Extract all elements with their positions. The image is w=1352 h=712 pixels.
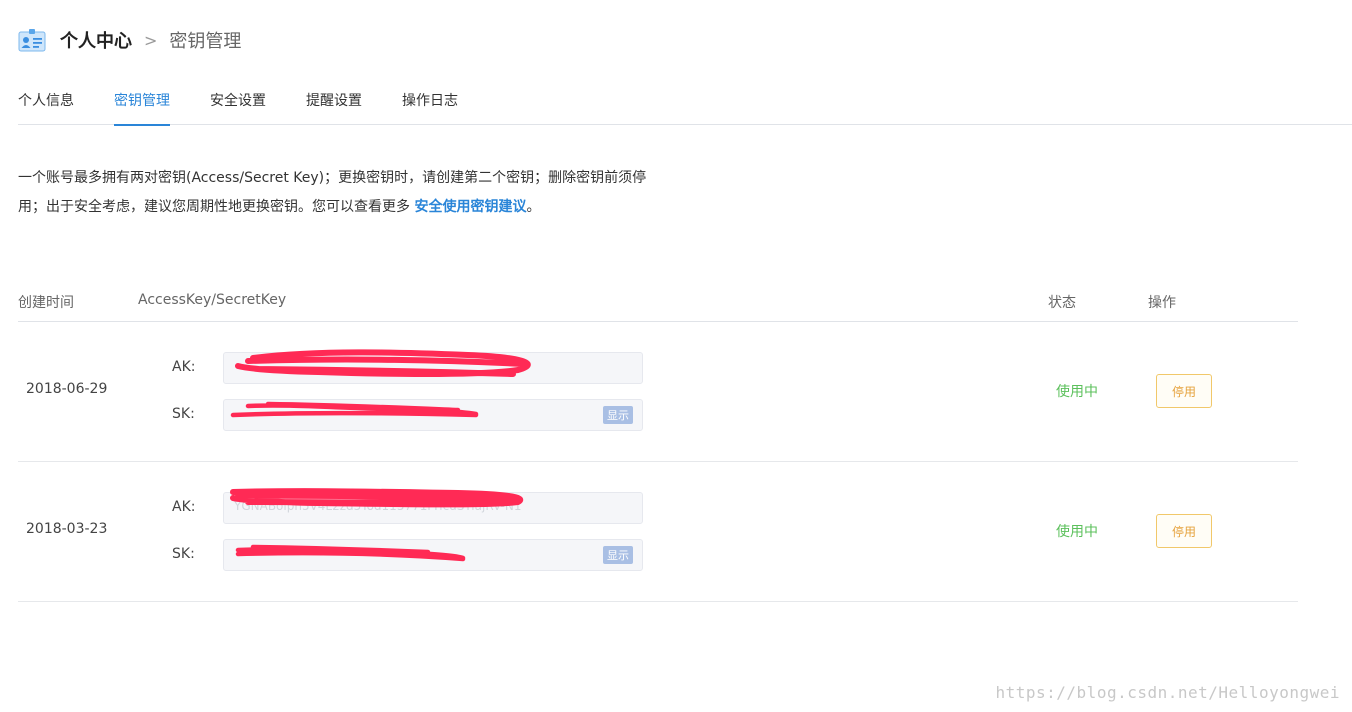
page-title: 个人中心 (60, 31, 132, 52)
redaction-scribble (230, 349, 531, 418)
breadcrumb-current: 密钥管理 (169, 31, 242, 52)
tab-key-management[interactable]: 密钥管理 (114, 90, 170, 126)
description-text: 一个账号最多拥有两对密钥(Access/Secret Key)；更换密钥时，请创… (18, 170, 647, 215)
tab-reminder-settings[interactable]: 提醒设置 (306, 90, 362, 124)
access-key-field[interactable]: YGNABoiph5V4L2zd5Tod115771rTicuSYiajRV-N… (223, 492, 643, 524)
ak-label: AK: (172, 499, 196, 515)
breadcrumb-separator: > (144, 30, 158, 50)
sk-label: SK: (172, 406, 195, 422)
tab-security-settings[interactable]: 安全设置 (210, 90, 266, 124)
created-date: 2018-03-23 (26, 521, 108, 537)
table-header: 创建时间 AccessKey/SecretKey 状态 操作 (18, 282, 1298, 322)
tab-profile[interactable]: 个人信息 (18, 90, 74, 124)
column-status: 状态 (1048, 295, 1076, 311)
watermark: https://blog.csdn.net/Helloyongwei (995, 683, 1340, 702)
table-row: 2018-06-29 AK: SK: 显示 使用中 停用 (18, 322, 1298, 462)
column-action: 操作 (1148, 295, 1176, 311)
access-key-value: YGNABoiph5V4L2zd5Tod115771rTicuSYiajRV-N… (234, 499, 522, 513)
disable-button[interactable]: 停用 (1156, 514, 1212, 548)
status-badge: 使用中 (1056, 524, 1098, 540)
table-row: 2018-03-23 AK: YGNABoiph5V4L2zd5Tod11577… (18, 462, 1298, 602)
key-policy-description: 一个账号最多拥有两对密钥(Access/Secret Key)；更换密钥时，请创… (18, 164, 648, 222)
id-card-icon (18, 29, 46, 52)
created-date: 2018-06-29 (26, 381, 108, 397)
redaction-scribble (230, 488, 523, 562)
status-badge: 使用中 (1056, 384, 1098, 400)
tab-operation-log[interactable]: 操作日志 (402, 90, 458, 124)
ak-label: AK: (172, 359, 196, 375)
description-end: 。 (526, 199, 541, 215)
page-header: 个人中心 > 密钥管理 (18, 26, 241, 54)
column-created-time: 创建时间 (18, 295, 74, 311)
secret-key-field[interactable]: 显示 (223, 539, 643, 571)
secret-key-field[interactable]: 显示 (223, 399, 643, 431)
tab-bar: 个人信息 密钥管理 安全设置 提醒设置 操作日志 (18, 80, 1352, 126)
disable-button[interactable]: 停用 (1156, 374, 1212, 408)
show-secret-button[interactable]: 显示 (603, 406, 633, 424)
security-advice-link[interactable]: 安全使用密钥建议 (414, 199, 526, 215)
sk-label: SK: (172, 546, 195, 562)
access-key-field[interactable] (223, 352, 643, 384)
show-secret-button[interactable]: 显示 (603, 546, 633, 564)
column-keys: AccessKey/SecretKey (138, 292, 287, 308)
